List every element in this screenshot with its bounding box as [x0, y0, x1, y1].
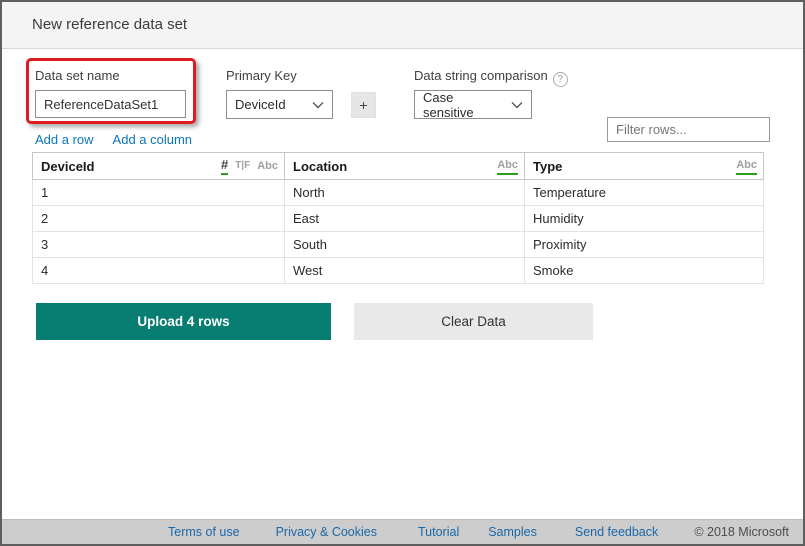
type-icon-group: Abc: [736, 158, 757, 175]
primary-key-label: Primary Key: [226, 68, 297, 83]
table-cell[interactable]: Proximity: [525, 232, 764, 258]
type-icon-group: # T|F Abc: [221, 158, 278, 175]
copyright-text: © 2018 Microsoft: [694, 525, 789, 539]
table-header-row: DeviceId # T|F Abc Location Abc Type Abc: [33, 153, 764, 180]
help-icon[interactable]: ?: [553, 72, 568, 87]
text-type-icon[interactable]: Abc: [257, 159, 278, 174]
string-comparison-label: Data string comparison?: [414, 68, 568, 87]
text-type-icon[interactable]: Abc: [736, 158, 757, 175]
footer-link-terms[interactable]: Terms of use: [168, 525, 240, 539]
chevron-down-icon: [511, 101, 523, 109]
footer-link-tutorial[interactable]: Tutorial: [418, 525, 459, 539]
type-icon-group: Abc: [497, 158, 518, 175]
add-column-link[interactable]: Add a column: [113, 132, 193, 147]
column-header-location[interactable]: Location Abc: [285, 153, 525, 180]
table-cell[interactable]: South: [285, 232, 525, 258]
footer-link-feedback[interactable]: Send feedback: [575, 525, 658, 539]
dialog-titlebar: New reference data set: [2, 2, 803, 49]
table-cell[interactable]: Temperature: [525, 180, 764, 206]
reference-data-table: DeviceId # T|F Abc Location Abc Type Abc: [32, 152, 764, 284]
column-label: DeviceId: [41, 159, 94, 174]
table-cell[interactable]: North: [285, 180, 525, 206]
table-cell[interactable]: West: [285, 258, 525, 284]
add-row-link[interactable]: Add a row: [35, 132, 94, 147]
add-primary-key-button[interactable]: +: [351, 92, 376, 118]
column-label: Location: [293, 159, 347, 174]
clear-data-button[interactable]: Clear Data: [354, 303, 593, 340]
primary-key-value: DeviceId: [235, 97, 286, 112]
footer-link-privacy[interactable]: Privacy & Cookies: [276, 525, 377, 539]
table-cell[interactable]: Smoke: [525, 258, 764, 284]
dataset-name-label: Data set name: [35, 68, 120, 83]
table-row: 2EastHumidity: [33, 206, 764, 232]
string-comparison-value: Case sensitive: [423, 90, 505, 120]
boolean-type-icon[interactable]: T|F: [235, 159, 250, 174]
new-reference-data-set-dialog: New reference data set Data set name Pri…: [0, 0, 805, 546]
column-header-deviceid[interactable]: DeviceId # T|F Abc: [33, 153, 285, 180]
string-comparison-dropdown[interactable]: Case sensitive: [414, 90, 532, 119]
primary-key-dropdown[interactable]: DeviceId: [226, 90, 333, 119]
table-cell[interactable]: 1: [33, 180, 285, 206]
upload-rows-button[interactable]: Upload 4 rows: [36, 303, 331, 340]
table-cell[interactable]: East: [285, 206, 525, 232]
table-row: 4WestSmoke: [33, 258, 764, 284]
chevron-down-icon: [312, 101, 324, 109]
table-row: 1NorthTemperature: [33, 180, 764, 206]
string-comparison-label-text: Data string comparison: [414, 68, 548, 83]
text-type-icon[interactable]: Abc: [497, 158, 518, 175]
table-row: 3SouthProximity: [33, 232, 764, 258]
dialog-title: New reference data set: [32, 2, 187, 48]
footer-link-samples[interactable]: Samples: [488, 525, 537, 539]
table-cell[interactable]: 3: [33, 232, 285, 258]
footer-bar: Terms of use Privacy & Cookies Tutorial Sam…: [2, 519, 803, 544]
table-body: 1NorthTemperature2EastHumidity3SouthProx…: [33, 180, 764, 284]
table-cell[interactable]: 4: [33, 258, 285, 284]
table-cell[interactable]: Humidity: [525, 206, 764, 232]
grid-links: Add a row Add a column: [35, 132, 192, 147]
filter-rows-input[interactable]: [607, 117, 770, 142]
column-label: Type: [533, 159, 562, 174]
dataset-name-input[interactable]: [35, 90, 186, 118]
number-type-icon[interactable]: #: [221, 158, 228, 175]
table-cell[interactable]: 2: [33, 206, 285, 232]
column-header-type[interactable]: Type Abc: [525, 153, 764, 180]
